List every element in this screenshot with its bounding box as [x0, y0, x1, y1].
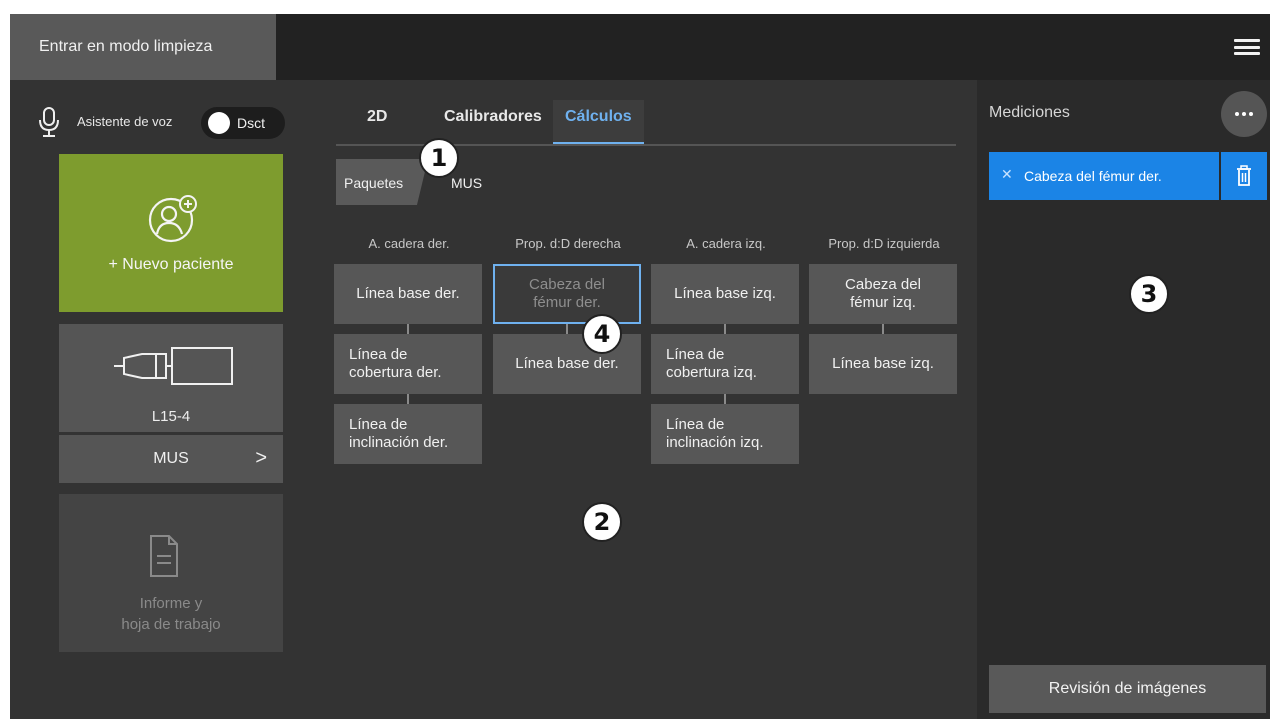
- calc-item-roof-line-right[interactable]: Línea de cobertura der.: [334, 334, 482, 394]
- top-bar: Entrar en modo limpieza: [10, 14, 1270, 80]
- report-label: Informe y hoja de trabajo: [121, 595, 221, 633]
- tab-calculos[interactable]: Cálculos: [553, 100, 644, 144]
- callout-badge: 3: [1129, 274, 1169, 314]
- ultrasound-screen: Entrar en modo limpieza Asistente de voz…: [10, 14, 1270, 719]
- document-icon: [150, 535, 178, 577]
- probe-selector[interactable]: L15-4: [59, 324, 283, 432]
- connector: [566, 324, 568, 334]
- callout-badge: 2: [582, 502, 622, 542]
- more-options-icon[interactable]: [1221, 91, 1267, 137]
- calc-item-roof-line-left[interactable]: Línea de cobertura izq.: [651, 334, 799, 394]
- new-patient-button[interactable]: + Nuevo paciente: [59, 154, 283, 312]
- chevron-right-icon: >: [255, 447, 267, 469]
- preset-label: MUS: [153, 450, 189, 467]
- delete-measurement-button[interactable]: [1221, 152, 1267, 200]
- calc-item-incline-line-left[interactable]: Línea de inclinación izq.: [651, 404, 799, 464]
- cross-marker-icon: ✕: [1001, 166, 1013, 182]
- calc-item-baseline-right[interactable]: Línea base der.: [334, 264, 482, 324]
- callout-badge: 4: [582, 314, 622, 354]
- add-patient-icon: [148, 195, 197, 243]
- breadcrumb-current[interactable]: MUS: [451, 175, 482, 191]
- column-header: Prop. d:D izquierda: [828, 236, 940, 251]
- microphone-icon[interactable]: [37, 106, 61, 138]
- connector: [724, 324, 726, 334]
- voice-assistant-label: Asistente de voz: [77, 114, 173, 129]
- connector: [882, 324, 884, 334]
- measurement-label: Cabeza del fémur der.: [1024, 168, 1162, 184]
- linear-probe-icon: [114, 347, 233, 385]
- trash-icon: [1237, 165, 1251, 186]
- breadcrumb-packages[interactable]: Paquetes: [336, 159, 428, 205]
- calc-item-femoral-head-left[interactable]: Cabeza del fémur izq.: [809, 264, 957, 324]
- tab-calibradores[interactable]: Calibradores: [432, 100, 554, 144]
- measurements-panel: Mediciones ✕ Cabeza del fémur der. Revis…: [977, 80, 1270, 719]
- tab-2d[interactable]: 2D: [355, 100, 399, 144]
- mode-tabs: 2D Calibradores Cálculos: [336, 100, 956, 146]
- voice-assistant-toggle[interactable]: Dsct: [201, 107, 285, 139]
- column-header: A. cadera der.: [368, 236, 450, 251]
- clean-mode-button[interactable]: Entrar en modo limpieza: [10, 14, 276, 80]
- calc-item-baseline-left[interactable]: Línea base izq.: [651, 264, 799, 324]
- measurements-title: Mediciones: [989, 104, 1070, 121]
- toggle-state-label: Dsct: [237, 115, 265, 131]
- callout-badge: 1: [419, 138, 459, 178]
- image-review-button[interactable]: Revisión de imágenes: [989, 665, 1266, 713]
- calc-item-incline-line-right[interactable]: Línea de inclinación der.: [334, 404, 482, 464]
- report-worksheet-button[interactable]: Informe y hoja de trabajo: [59, 494, 283, 652]
- new-patient-label: + Nuevo paciente: [108, 256, 234, 273]
- connector: [407, 324, 409, 334]
- hamburger-menu-icon[interactable]: [1230, 32, 1264, 62]
- connector: [407, 394, 409, 404]
- connector: [724, 394, 726, 404]
- column-header: Prop. d:D derecha: [515, 236, 621, 251]
- calc-item-femoral-head-right[interactable]: Cabeza del fémur der.: [493, 264, 641, 324]
- measurement-item[interactable]: ✕ Cabeza del fémur der.: [989, 152, 1219, 200]
- preset-selector[interactable]: MUS >: [59, 435, 283, 483]
- column-header: A. cadera izq.: [686, 236, 766, 251]
- calc-item-baseline-left-ratio[interactable]: Línea base izq.: [809, 334, 957, 394]
- voice-assistant-row: Asistente de voz Dsct: [28, 102, 285, 144]
- toggle-knob: [208, 112, 230, 134]
- probe-label: L15-4: [151, 408, 191, 425]
